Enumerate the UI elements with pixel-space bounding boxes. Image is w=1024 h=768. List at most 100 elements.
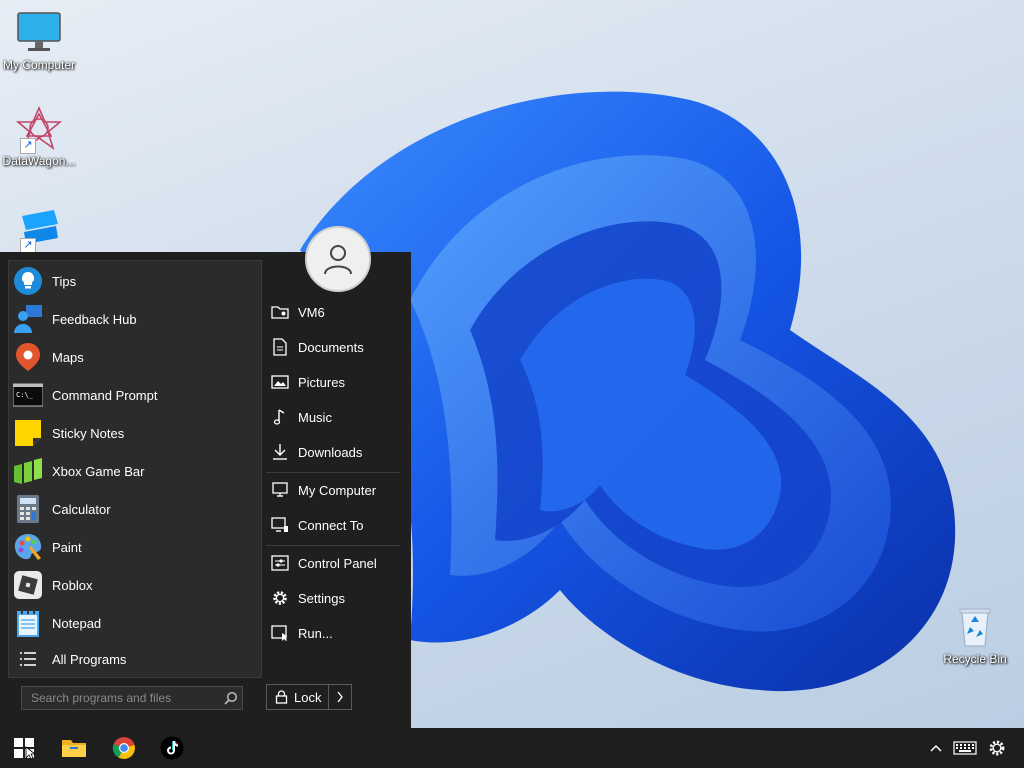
start-app-sticky-notes[interactable]: Sticky Notes: [13, 414, 257, 452]
monitor-icon: [16, 10, 62, 56]
taskbar: [0, 728, 1024, 768]
app-label: Paint: [52, 539, 82, 555]
start-app-command-prompt[interactable]: C:\_ Command Prompt: [13, 376, 257, 414]
place-vm6[interactable]: VM6: [270, 297, 400, 327]
start-search-input[interactable]: Search programs and files: [21, 686, 243, 710]
tray-keyboard-button[interactable]: [952, 736, 978, 760]
desktop-icon-label: My Computer: [2, 58, 76, 72]
start-app-tips[interactable]: Tips: [13, 262, 257, 300]
lock-button[interactable]: Lock: [267, 685, 329, 709]
tray-overflow-button[interactable]: [924, 736, 948, 760]
svg-text:C:\_: C:\_: [16, 391, 34, 399]
place-my-computer[interactable]: My Computer: [270, 475, 400, 505]
run-icon: [270, 623, 290, 643]
start-app-paint[interactable]: Paint: [13, 528, 257, 566]
taskbar-file-explorer[interactable]: [54, 732, 94, 764]
app-label: Xbox Game Bar: [52, 463, 145, 479]
desktop-icon-recycle-bin[interactable]: Recycle Bin: [934, 604, 1016, 666]
download-icon: [270, 442, 290, 462]
all-programs-label: All Programs: [52, 651, 127, 667]
keyboard-icon: [953, 741, 977, 755]
palette-icon: [13, 532, 43, 562]
user-folder-icon: [270, 302, 290, 322]
desktop-icon-datawagon[interactable]: ↗ DataWagon...: [0, 105, 80, 168]
place-connect-to[interactable]: Connect To: [270, 510, 400, 540]
feedback-icon: [13, 304, 43, 334]
start-icon: [14, 738, 35, 759]
taskbar-chrome[interactable]: [104, 732, 144, 764]
start-app-notepad[interactable]: Notepad: [13, 604, 257, 642]
app-label: Tips: [52, 273, 77, 289]
place-music[interactable]: Music: [270, 402, 400, 432]
place-pictures[interactable]: Pictures: [270, 367, 400, 397]
roblox-studio-icon: ↗: [16, 206, 62, 254]
notepad-icon: [13, 608, 43, 638]
desktop-icon-my-computer[interactable]: My Computer: [0, 10, 80, 72]
desktop-icon-roblox-studio[interactable]: ↗: [0, 206, 80, 254]
start-app-roblox[interactable]: Roblox: [13, 566, 257, 604]
places-divider: [266, 472, 400, 473]
user-icon: [324, 245, 352, 275]
roblox-icon: [13, 570, 43, 600]
document-icon: [270, 337, 290, 357]
place-documents[interactable]: Documents: [270, 332, 400, 362]
terminal-icon: C:\_: [13, 380, 43, 410]
connect-icon: [270, 515, 290, 535]
sticky-note-icon: [13, 418, 43, 448]
app-label: Feedback Hub: [52, 311, 137, 327]
start-app-xbox-game-bar[interactable]: Xbox Game Bar: [13, 452, 257, 490]
app-label: Notepad: [52, 615, 102, 631]
gear-icon: [270, 588, 290, 608]
lightbulb-icon: [13, 266, 43, 296]
lock-button-group: Lock: [266, 684, 352, 710]
place-label: Documents: [298, 339, 364, 355]
music-note-icon: [270, 407, 290, 427]
place-label: VM6: [298, 304, 325, 320]
place-settings[interactable]: Settings: [270, 583, 400, 613]
tray-settings-button[interactable]: [985, 736, 1009, 760]
search-icon: [220, 691, 242, 705]
place-label: Control Panel: [298, 555, 377, 571]
start-app-calculator[interactable]: Calculator: [13, 490, 257, 528]
place-label: My Computer: [298, 482, 377, 498]
app-label: Command Prompt: [52, 387, 158, 403]
place-label: Music: [298, 409, 332, 425]
desktop-icon-label: Recycle Bin: [943, 652, 1007, 666]
start-menu-programs-pane: Tips Feedback Hub Maps C:\_ Command Prom…: [8, 260, 262, 678]
start-app-maps[interactable]: Maps: [13, 338, 257, 376]
start-app-feedback-hub[interactable]: Feedback Hub: [13, 300, 257, 338]
chrome-icon: [112, 737, 135, 759]
lock-label: Lock: [294, 689, 322, 705]
place-control-panel[interactable]: Control Panel: [270, 548, 400, 578]
app-label: Sticky Notes: [52, 425, 125, 441]
file-explorer-icon: [62, 740, 86, 757]
place-label: Downloads: [298, 444, 363, 460]
control-panel-icon: [270, 553, 290, 573]
user-avatar[interactable]: [305, 226, 371, 292]
search-placeholder: Search programs and files: [31, 691, 172, 705]
lock-icon: [275, 690, 288, 704]
shortcut-arrow-icon: ↗: [20, 138, 36, 154]
chevron-right-icon: [337, 691, 343, 703]
list-icon: [13, 644, 43, 674]
taskbar-tiktok[interactable]: [152, 732, 192, 764]
tiktok-icon: [160, 736, 184, 760]
place-downloads[interactable]: Downloads: [270, 437, 400, 467]
map-pin-icon: [13, 342, 43, 372]
place-label: Run...: [298, 625, 333, 641]
start-button[interactable]: [4, 732, 44, 764]
place-label: Connect To: [298, 517, 364, 533]
game-bar-icon: [13, 456, 43, 486]
all-programs-button[interactable]: All Programs: [13, 642, 257, 676]
gear-icon: [989, 740, 1005, 756]
recycle-bin-icon: [952, 604, 998, 650]
calculator-icon: [13, 494, 43, 524]
datawagon-icon: ↗: [15, 105, 63, 154]
power-options-arrow[interactable]: [329, 685, 351, 709]
place-label: Settings: [298, 590, 345, 606]
app-label: Maps: [52, 349, 84, 365]
place-run[interactable]: Run...: [270, 618, 400, 648]
places-divider: [266, 545, 400, 546]
desktop-icon-label: DataWagon...: [2, 154, 76, 168]
app-label: Calculator: [52, 501, 111, 517]
